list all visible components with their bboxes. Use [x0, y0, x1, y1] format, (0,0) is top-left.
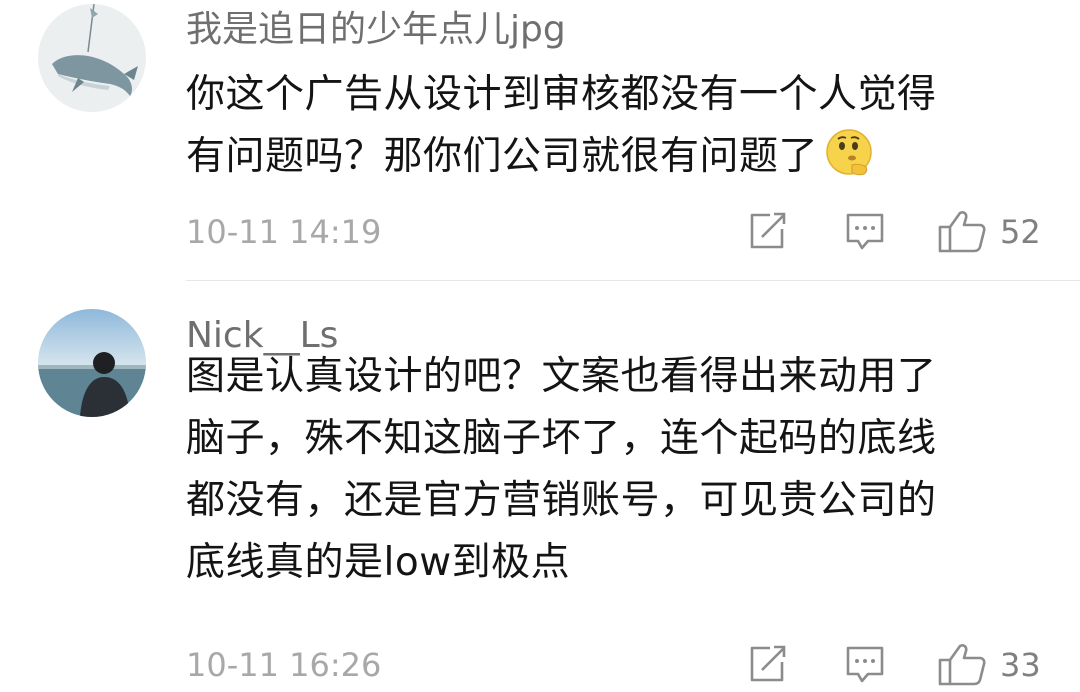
- timestamp: 10-11 14:19: [186, 213, 382, 251]
- thumbs-up-icon: [938, 211, 986, 253]
- share-icon: [750, 212, 786, 249]
- comment-text-segment: 有问题吗？那你们公司就很有问题了: [186, 134, 819, 179]
- comment-text-line: 图是认真设计的吧？文案也看得出来动用了: [186, 354, 937, 399]
- comment-icon: [846, 646, 884, 683]
- comment-text: 图是认真设计的吧？文案也看得出来动用了 脑子，殊不知这脑子坏了，连个起码的底线 …: [186, 346, 1046, 594]
- comment-text-line: 你这个广告从设计到审核都没有一个人觉得: [186, 72, 937, 117]
- comment-text-line: 都没有，还是官方营销账号，可见贵公司的: [186, 478, 937, 523]
- share-button[interactable]: [746, 209, 788, 253]
- comment-button[interactable]: [844, 209, 886, 253]
- avatar[interactable]: [38, 4, 146, 112]
- like-count: 33: [1000, 646, 1041, 684]
- like-count: 52: [1000, 213, 1041, 251]
- thinking-face-emoji-icon: [826, 129, 872, 176]
- comment-button[interactable]: [844, 642, 886, 686]
- like-button[interactable]: 33: [938, 642, 1041, 686]
- comment-text: 你这个广告从设计到审核都没有一个人觉得 有问题吗？那你们公司就很有问题了: [186, 64, 1046, 188]
- comment-text-line: 有问题吗？那你们公司就很有问题了: [186, 126, 1046, 188]
- comment-meta: 10-11 14:19 52: [186, 209, 1042, 253]
- comment-item: Nick__Ls 图是认真设计的吧？文案也看得出来动用了 脑子，殊不知这脑子坏了…: [0, 281, 1080, 692]
- comment-icon: [846, 213, 884, 250]
- share-button[interactable]: [746, 642, 788, 686]
- comment-text-line: 脑子，殊不知这脑子坏了，连个起码的底线: [186, 416, 937, 461]
- like-button[interactable]: 52: [938, 209, 1041, 253]
- share-icon: [750, 645, 786, 682]
- username[interactable]: 我是追日的少年点儿jpg: [186, 10, 566, 50]
- avatar[interactable]: [38, 309, 146, 417]
- thumbs-up-icon: [938, 644, 986, 686]
- comment-meta: 10-11 16:26 33: [186, 642, 1042, 686]
- comment-text-line: 底线真的是low到极点: [186, 540, 571, 585]
- timestamp: 10-11 16:26: [186, 646, 382, 684]
- comment-item: 我是追日的少年点儿jpg 你这个广告从设计到审核都没有一个人觉得 有问题吗？那你…: [0, 0, 1080, 281]
